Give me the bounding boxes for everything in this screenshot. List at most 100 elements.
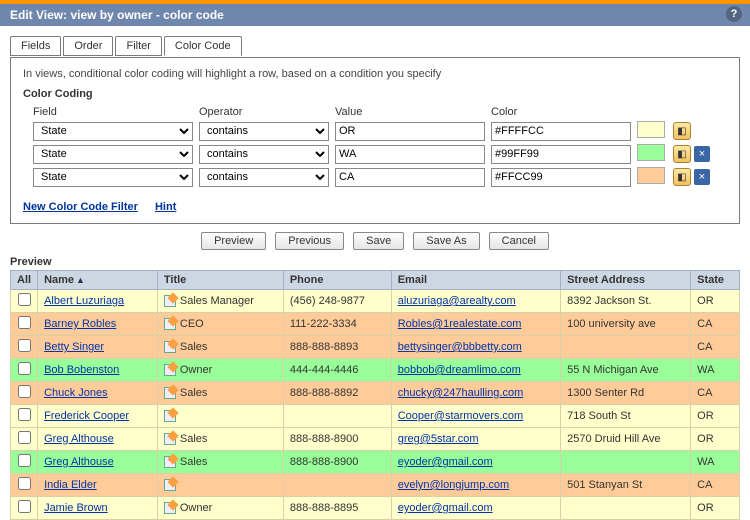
row-checkbox[interactable] — [18, 385, 31, 398]
preview-table: All Name▲ Title Phone Email Street Addre… — [10, 270, 740, 520]
email-link[interactable]: greg@5star.com — [398, 433, 479, 445]
row-checkbox[interactable] — [18, 500, 31, 513]
rule-header: Field Operator Value Color — [33, 106, 727, 118]
edit-icon[interactable] — [164, 341, 176, 353]
col-name[interactable]: Name▲ — [38, 271, 158, 290]
col-phone[interactable]: Phone — [283, 271, 391, 290]
page-header: Edit View: view by owner - color code ? — [0, 4, 750, 26]
name-link[interactable]: Bob Bobenston — [44, 364, 119, 376]
tab-color-code[interactable]: Color Code — [164, 36, 242, 56]
help-icon[interactable]: ? — [726, 6, 742, 22]
page-title: Edit View: view by owner - color code — [10, 8, 224, 22]
color-picker-icon[interactable]: ◧ — [673, 122, 691, 140]
save-button[interactable]: Save — [353, 232, 404, 250]
cancel-button[interactable]: Cancel — [489, 232, 549, 250]
table-row: Greg AlthouseSales888-888-8900greg@5star… — [11, 428, 740, 451]
state-text: OR — [691, 405, 740, 428]
email-link[interactable]: Cooper@starmovers.com — [398, 410, 523, 422]
table-row: Greg AlthouseSales888-888-8900eyoder@gma… — [11, 451, 740, 474]
delete-rule-icon[interactable]: × — [694, 146, 710, 162]
rule-value-input[interactable] — [335, 145, 485, 164]
title-text: Sales — [180, 387, 208, 399]
new-color-code-filter-link[interactable]: New Color Code Filter — [23, 201, 138, 213]
row-checkbox[interactable] — [18, 477, 31, 490]
row-checkbox[interactable] — [18, 431, 31, 444]
row-checkbox[interactable] — [18, 339, 31, 352]
edit-icon[interactable] — [164, 502, 176, 514]
name-link[interactable]: India Elder — [44, 479, 97, 491]
row-checkbox[interactable] — [18, 293, 31, 306]
state-text: OR — [691, 428, 740, 451]
edit-icon[interactable] — [164, 410, 176, 422]
preview-button[interactable]: Preview — [201, 232, 266, 250]
email-link[interactable]: eyoder@gmail.com — [398, 502, 493, 514]
name-link[interactable]: Barney Robles — [44, 318, 116, 330]
name-link[interactable]: Jamie Brown — [44, 502, 108, 514]
table-row: Albert LuzuriagaSales Manager(456) 248-9… — [11, 290, 740, 313]
phone-text: 444-444-4446 — [283, 359, 391, 382]
col-address[interactable]: Street Address — [561, 271, 691, 290]
edit-icon[interactable] — [164, 456, 176, 468]
edit-icon[interactable] — [164, 318, 176, 330]
edit-icon[interactable] — [164, 433, 176, 445]
tab-filter[interactable]: Filter — [115, 36, 161, 56]
save-as-button[interactable]: Save As — [413, 232, 479, 250]
state-text: CA — [691, 336, 740, 359]
hint-link[interactable]: Hint — [155, 201, 176, 213]
delete-rule-icon[interactable]: × — [694, 169, 710, 185]
table-row: Frederick CooperCooper@starmovers.com718… — [11, 405, 740, 428]
rule-operator-select[interactable]: contains — [199, 168, 329, 187]
edit-icon[interactable] — [164, 387, 176, 399]
title-text: Sales — [180, 341, 208, 353]
email-link[interactable]: bettysinger@bbbetty.com — [398, 341, 522, 353]
row-checkbox[interactable] — [18, 316, 31, 329]
email-link[interactable]: eyoder@gmail.com — [398, 456, 493, 468]
email-link[interactable]: aluzuriaga@arealty.com — [398, 295, 516, 307]
color-picker-icon[interactable]: ◧ — [673, 145, 691, 163]
previous-button[interactable]: Previous — [275, 232, 344, 250]
color-rule-row: State contains ◧ — [33, 121, 727, 141]
sort-asc-icon: ▲ — [76, 275, 85, 285]
rule-field-select[interactable]: State — [33, 168, 193, 187]
rule-field-select[interactable]: State — [33, 145, 193, 164]
name-link[interactable]: Greg Althouse — [44, 456, 114, 468]
rule-operator-select[interactable]: contains — [199, 145, 329, 164]
rule-color-input[interactable] — [491, 122, 631, 141]
name-link[interactable]: Albert Luzuriaga — [44, 295, 124, 307]
phone-text — [283, 405, 391, 428]
tab-order[interactable]: Order — [63, 36, 113, 56]
col-all[interactable]: All — [11, 271, 38, 290]
edit-icon[interactable] — [164, 479, 176, 491]
col-state[interactable]: State — [691, 271, 740, 290]
color-picker-icon[interactable]: ◧ — [673, 168, 691, 186]
edit-icon[interactable] — [164, 295, 176, 307]
section-title: Color Coding — [23, 88, 727, 100]
title-text: Sales Manager — [180, 295, 254, 307]
email-link[interactable]: bobbob@dreamlimo.com — [398, 364, 521, 376]
table-row: India Elderevelyn@longjump.com501 Stanya… — [11, 474, 740, 497]
name-link[interactable]: Greg Althouse — [44, 433, 114, 445]
row-checkbox[interactable] — [18, 454, 31, 467]
rule-value-input[interactable] — [335, 168, 485, 187]
rule-value-input[interactable] — [335, 122, 485, 141]
name-link[interactable]: Frederick Cooper — [44, 410, 129, 422]
tab-fields[interactable]: Fields — [10, 36, 61, 56]
name-link[interactable]: Chuck Jones — [44, 387, 108, 399]
email-link[interactable]: Robles@1realestate.com — [398, 318, 522, 330]
state-text: CA — [691, 382, 740, 405]
col-title[interactable]: Title — [157, 271, 283, 290]
state-text: CA — [691, 313, 740, 336]
title-text: Sales — [180, 456, 208, 468]
name-link[interactable]: Betty Singer — [44, 341, 104, 353]
edit-icon[interactable] — [164, 364, 176, 376]
title-text: Owner — [180, 502, 212, 514]
rule-color-input[interactable] — [491, 145, 631, 164]
rule-operator-select[interactable]: contains — [199, 122, 329, 141]
col-email[interactable]: Email — [391, 271, 560, 290]
email-link[interactable]: chucky@247haulling.com — [398, 387, 524, 399]
rule-field-select[interactable]: State — [33, 122, 193, 141]
row-checkbox[interactable] — [18, 408, 31, 421]
email-link[interactable]: evelyn@longjump.com — [398, 479, 509, 491]
rule-color-input[interactable] — [491, 168, 631, 187]
row-checkbox[interactable] — [18, 362, 31, 375]
